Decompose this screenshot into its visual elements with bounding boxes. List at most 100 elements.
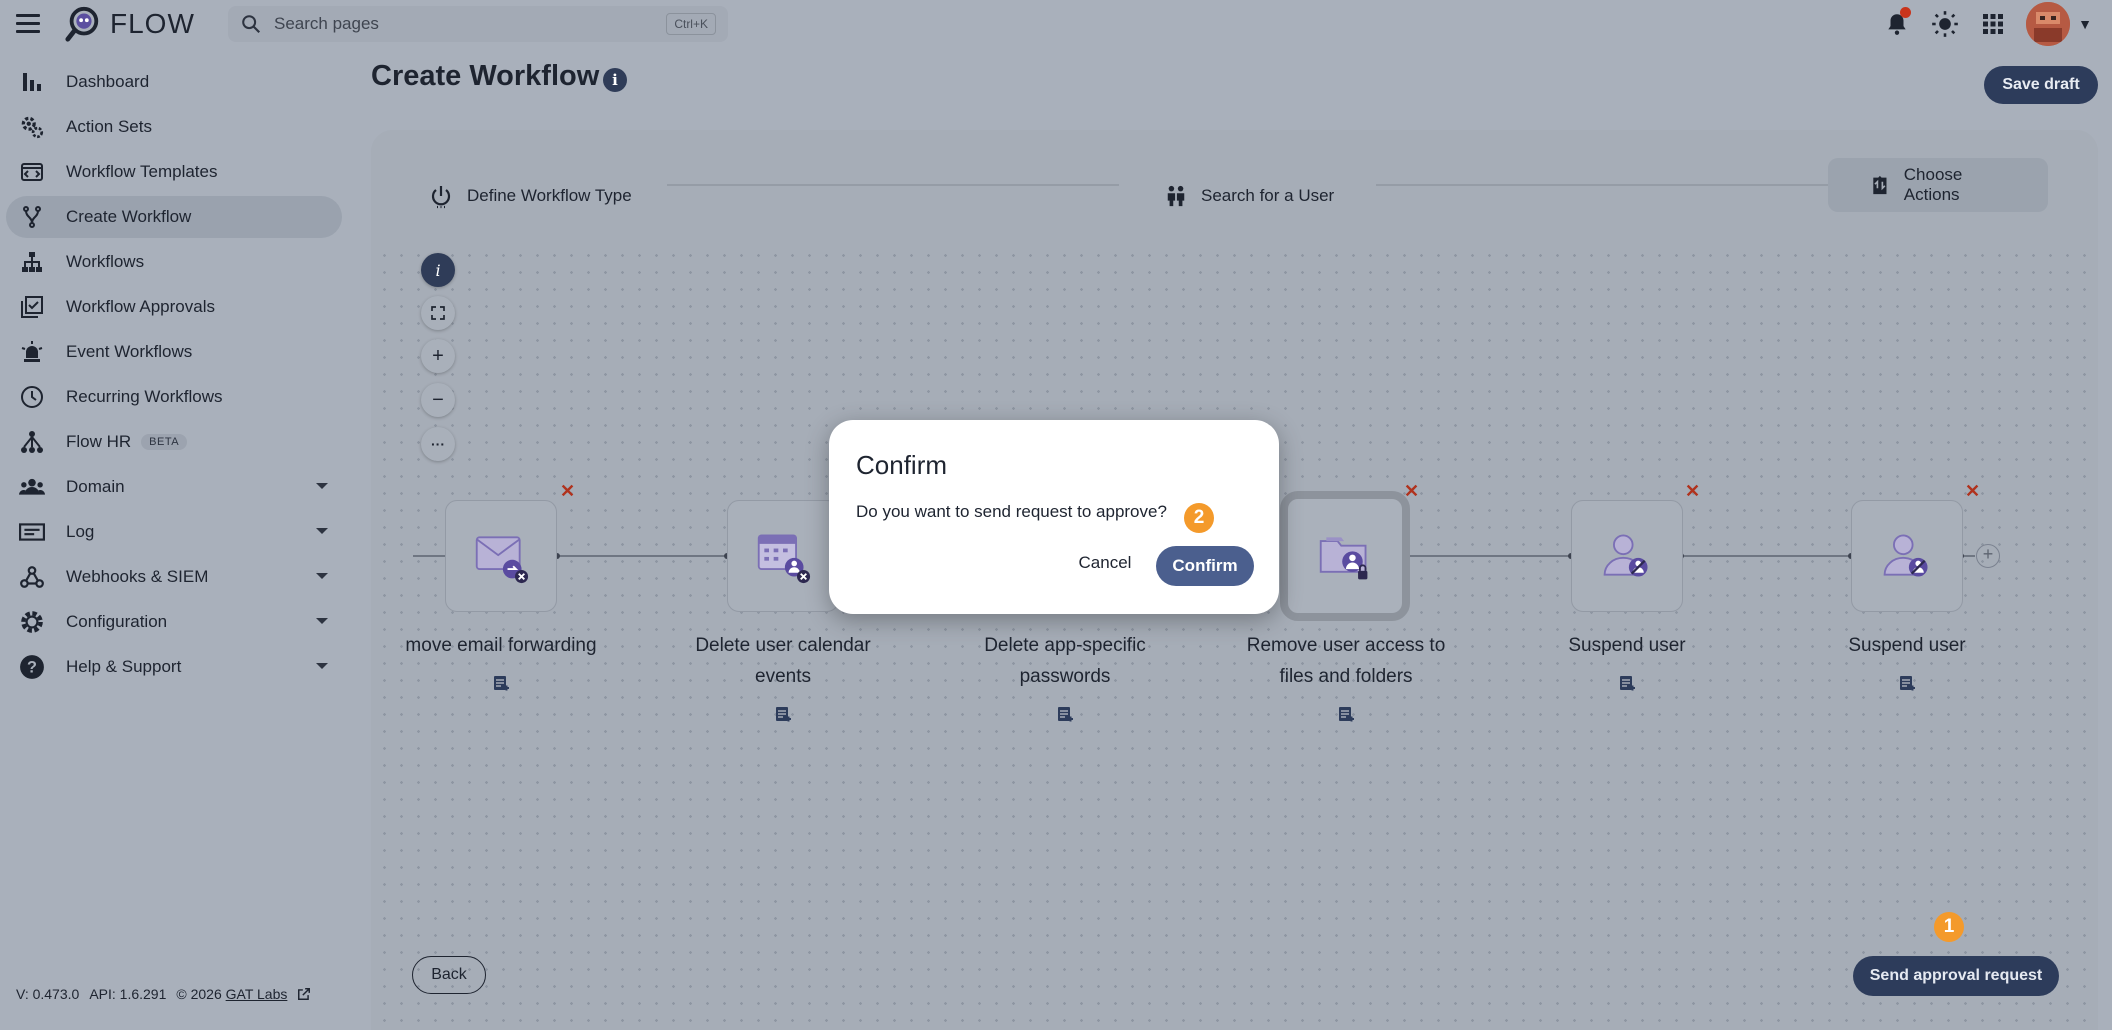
node-details-icon[interactable]	[492, 675, 510, 693]
zoom-out-button[interactable]: −	[421, 383, 455, 417]
chevron-down-icon[interactable]	[316, 663, 328, 669]
chevron-down-icon[interactable]	[316, 483, 328, 489]
workflow-node-selected[interactable]	[1280, 491, 1410, 621]
notifications-bell-icon[interactable]	[1882, 7, 1912, 39]
more-options-button[interactable]: ···	[421, 427, 455, 461]
node-details-icon[interactable]	[774, 706, 792, 724]
user-suspend-icon	[1883, 534, 1928, 577]
user-avatar[interactable]	[2026, 2, 2071, 46]
power-icon	[431, 186, 451, 209]
sidebar-item-create-workflow[interactable]: Create Workflow	[6, 196, 342, 238]
app-logo[interactable]: FLOW	[64, 4, 195, 44]
step-connector	[1376, 184, 1828, 186]
workflow-node[interactable]	[1851, 500, 1963, 612]
folder-lock-icon	[1319, 537, 1368, 580]
workflow-edge	[557, 555, 727, 557]
sidebar-item-help-support[interactable]: ? Help & Support	[6, 646, 364, 688]
node-label: Delete app-specific passwords	[984, 635, 1146, 687]
node-details-icon[interactable]	[1056, 706, 1074, 724]
workflow-node[interactable]	[727, 500, 839, 612]
node-details-icon[interactable]	[1337, 706, 1355, 724]
send-approval-request-button[interactable]: Send approval request	[1853, 956, 2059, 996]
sidebar-item-recurring-workflows[interactable]: Recurring Workflows	[6, 376, 364, 418]
back-button[interactable]: Back	[412, 956, 486, 994]
step-choose-actions[interactable]: Choose Actions	[1828, 158, 2048, 212]
workflow-node[interactable]	[445, 500, 557, 612]
menu-icon[interactable]	[16, 14, 40, 34]
step-label: Search for a User	[1201, 186, 1335, 205]
bar-chart-icon	[18, 68, 46, 96]
node-label: Suspend user	[1848, 635, 1966, 656]
step-label: Define Workflow Type	[467, 186, 632, 205]
workflow-edge	[413, 555, 445, 557]
apps-grid-icon[interactable]	[1978, 9, 2008, 39]
node-details-icon[interactable]	[1898, 675, 1916, 693]
sidebar-item-label: Domain	[66, 477, 125, 496]
node-label: Remove user access to files and folders	[1246, 635, 1446, 687]
sidebar-item-dashboard[interactable]: Dashboard	[6, 61, 364, 103]
account-menu-caret-icon[interactable]: ▼	[2078, 16, 2092, 32]
sidebar-item-workflow-approvals[interactable]: Workflow Approvals	[6, 286, 364, 328]
chevron-down-icon[interactable]	[316, 573, 328, 579]
template-icon	[18, 158, 46, 186]
node-details-icon[interactable]	[1618, 675, 1636, 693]
approvals-icon	[18, 293, 46, 321]
step-define-workflow-type[interactable]: Define Workflow Type	[429, 168, 632, 224]
top-bar: FLOW Ctrl+K ▼	[0, 0, 2112, 48]
sidebar-item-log[interactable]: Log	[6, 511, 364, 553]
theme-toggle-sun-icon[interactable]	[1930, 9, 1960, 39]
remove-node-icon[interactable]: ✕	[1685, 481, 1700, 502]
cancel-button[interactable]: Cancel	[1070, 543, 1140, 583]
version-footer: V: 0.473.0 API: 1.6.291 © 2026 GAT Labs	[16, 986, 311, 1002]
sidebar-item-event-workflows[interactable]: Event Workflows	[6, 331, 364, 373]
confirm-button[interactable]: Confirm	[1156, 546, 1254, 586]
info-icon[interactable]: i	[603, 68, 627, 92]
sidebar-item-configuration[interactable]: Configuration	[6, 601, 364, 643]
help-icon: ?	[18, 653, 46, 681]
dialog-title: Confirm	[856, 450, 948, 480]
zoom-in-button[interactable]: +	[421, 339, 455, 373]
sidebar-item-workflow-templates[interactable]: Workflow Templates	[6, 151, 364, 193]
remove-node-icon[interactable]: ✕	[1965, 481, 1980, 502]
external-link-icon[interactable]	[297, 987, 311, 1001]
email-forward-remove-icon	[475, 536, 529, 584]
fit-view-icon[interactable]	[421, 296, 455, 330]
node-label: move email forwarding	[405, 635, 597, 656]
sidebar-item-label: Help & Support	[66, 657, 182, 676]
choose-actions-icon	[1873, 175, 1887, 195]
confirm-dialog: Confirm Do you want to send request to a…	[829, 420, 1279, 614]
sidebar-item-flow-hr[interactable]: Flow HR BETA	[6, 421, 364, 463]
save-draft-button[interactable]: Save draft	[1984, 66, 2098, 104]
app-name: FLOW	[110, 8, 195, 39]
sidebar-item-workflows[interactable]: Workflows	[6, 241, 364, 283]
sidebar-item-action-sets[interactable]: Action Sets	[6, 106, 364, 148]
sidebar-item-label: Event Workflows	[66, 342, 193, 361]
sidebar-item-label: Recurring Workflows	[66, 387, 223, 406]
sidebar-item-webhooks-siem[interactable]: Webhooks & SIEM	[6, 556, 364, 598]
sidebar-item-label: Create Workflow	[66, 207, 192, 226]
step-search-for-a-user[interactable]: Search for a User	[1165, 168, 1334, 224]
node-label: Delete user calendar events	[695, 635, 871, 687]
beta-badge: BETA	[141, 434, 188, 450]
step-label: Choose Actions	[1903, 165, 1963, 204]
company-link[interactable]: GAT Labs	[226, 986, 288, 1002]
remove-node-icon[interactable]: ✕	[560, 481, 575, 502]
branch-icon	[18, 203, 46, 231]
add-node-icon[interactable]: +	[1976, 544, 2000, 568]
search-input[interactable]	[274, 14, 654, 34]
log-icon	[18, 518, 46, 546]
alarm-light-icon	[18, 338, 46, 366]
search-box[interactable]: Ctrl+K	[228, 6, 728, 42]
remove-node-icon[interactable]: ✕	[1404, 481, 1419, 502]
sidebar: Dashboard Action Sets Workflow Templates…	[0, 58, 370, 691]
chevron-down-icon[interactable]	[316, 528, 328, 534]
copyright-year: © 2026	[176, 986, 222, 1002]
workflow-node[interactable]	[1571, 500, 1683, 612]
sidebar-item-label: Log	[66, 522, 95, 541]
step-badge-2: 2	[1184, 503, 1214, 533]
sidebar-item-domain[interactable]: Domain	[6, 466, 364, 508]
chevron-down-icon[interactable]	[316, 618, 328, 624]
canvas-info-button[interactable]: i	[421, 253, 455, 287]
sidebar-item-label: Action Sets	[66, 117, 152, 136]
sidebar-item-label: Workflow Templates	[66, 162, 218, 181]
